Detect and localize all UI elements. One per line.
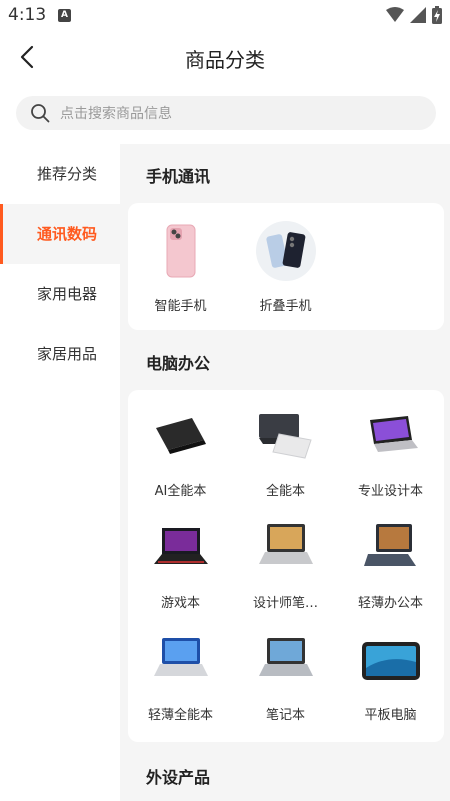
category-item-designer-laptop[interactable]: 设计师笔… xyxy=(233,518,338,611)
status-bar: 4:13 A xyxy=(0,0,450,32)
gaming-laptop-icon xyxy=(148,518,214,578)
section-card-phones: 智能手机 折叠手机 xyxy=(128,203,444,330)
design-laptop-icon xyxy=(358,406,424,466)
notification-icon: A xyxy=(58,9,71,22)
foldable-phone-icon xyxy=(253,221,319,281)
item-label: 平板电脑 xyxy=(364,708,417,723)
all-in-one-laptop-icon xyxy=(253,406,319,466)
item-label: 轻薄全能本 xyxy=(147,708,213,723)
category-item-notebook[interactable]: 笔记本 xyxy=(233,630,338,723)
section-title-peripherals: 外设产品 xyxy=(146,768,211,787)
designer-laptop-icon xyxy=(253,518,319,578)
category-item-thin-laptop[interactable]: 轻薄全能本 xyxy=(128,630,233,723)
category-item-all-in-one-laptop[interactable]: 全能本 xyxy=(233,406,338,499)
item-label: AI全能本 xyxy=(154,484,207,499)
page-title: 商品分类 xyxy=(185,48,265,72)
item-label: 折叠手机 xyxy=(259,299,312,314)
category-item-smartphone[interactable]: 智能手机 xyxy=(128,221,233,314)
category-item-foldable-phone[interactable]: 折叠手机 xyxy=(233,221,338,314)
section-card-computers: AI全能本 全能本 专业设计本 游戏本 设计师笔… 轻薄办公本 轻薄全能本 笔记… xyxy=(128,390,444,742)
section-title-phones: 手机通讯 xyxy=(146,167,211,186)
category-item-tablet[interactable]: 平板电脑 xyxy=(338,630,443,723)
search-input[interactable]: 点击搜索商品信息 xyxy=(16,96,436,130)
status-time: 4:13 xyxy=(8,5,47,25)
thin-laptop-icon xyxy=(148,630,214,690)
item-label: 笔记本 xyxy=(265,708,305,723)
item-label: 智能手机 xyxy=(154,299,207,314)
category-item-design-laptop[interactable]: 专业设计本 xyxy=(338,406,443,499)
item-label: 轻薄办公本 xyxy=(357,596,423,611)
category-item-gaming-laptop[interactable]: 游戏本 xyxy=(128,518,233,611)
sidebar-item-home-appliances[interactable]: 家用电器 xyxy=(0,264,120,324)
battery-icon xyxy=(432,6,442,24)
item-label: 专业设计本 xyxy=(357,484,423,499)
office-laptop-icon xyxy=(358,518,424,578)
notebook-icon xyxy=(253,630,319,690)
sidebar-item-household-goods[interactable]: 家居用品 xyxy=(0,324,120,384)
category-sidebar: 推荐分类 通讯数码 家用电器 家居用品 xyxy=(0,144,120,801)
header: 商品分类 xyxy=(0,32,450,82)
item-label: 游戏本 xyxy=(160,596,200,611)
item-label: 设计师笔… xyxy=(252,596,318,611)
ai-laptop-icon xyxy=(148,406,214,466)
sidebar-item-communication-digital[interactable]: 通讯数码 xyxy=(0,204,120,264)
category-item-ai-laptop[interactable]: AI全能本 xyxy=(128,406,233,499)
signal-icon xyxy=(410,7,426,23)
search-bar: 点击搜索商品信息 xyxy=(0,82,450,144)
status-icons xyxy=(386,6,442,24)
category-item-office-laptop[interactable]: 轻薄办公本 xyxy=(338,518,443,611)
section-title-computers: 电脑办公 xyxy=(146,354,211,373)
smartphone-icon xyxy=(148,221,214,281)
search-placeholder: 点击搜索商品信息 xyxy=(60,106,172,122)
tablet-icon xyxy=(358,630,424,690)
sidebar-item-recommended[interactable]: 推荐分类 xyxy=(0,144,120,204)
wifi-icon xyxy=(386,7,404,22)
search-icon xyxy=(31,104,50,123)
category-content: 手机通讯 智能手机 折叠手机 电脑办公 AI全能本 全能本 专业设计本 游戏本 … xyxy=(120,144,450,801)
item-label: 全能本 xyxy=(265,484,305,499)
